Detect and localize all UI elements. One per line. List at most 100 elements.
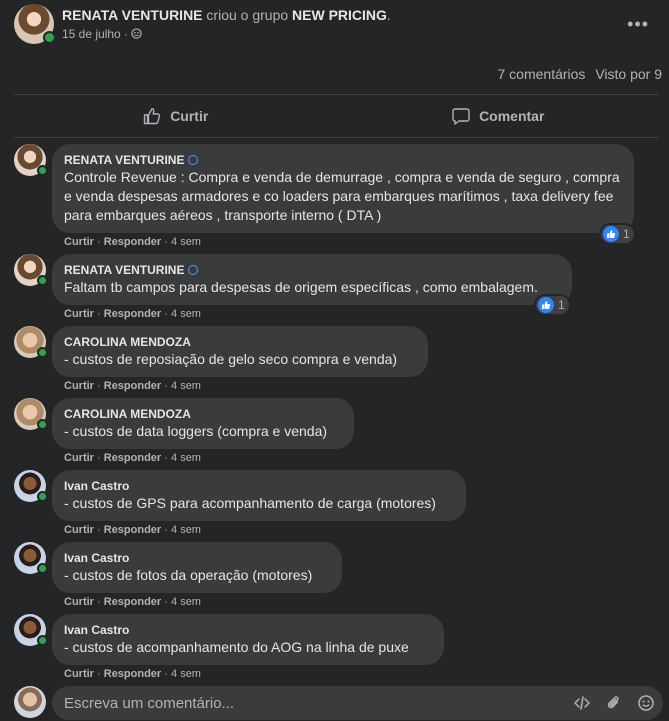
seen-by[interactable]: Visto por 9 (595, 66, 662, 82)
comment-like-link[interactable]: Curtir (64, 452, 94, 464)
comment-time[interactable]: 4 sem (171, 524, 201, 536)
comment-label: Comentar (479, 108, 545, 124)
reaction-count[interactable]: 1 (601, 225, 634, 243)
comment-actions: Curtir · Responder · 4 sem (64, 308, 201, 320)
post-title-period: . (386, 7, 391, 23)
like-reaction-icon (603, 226, 619, 242)
comment-time[interactable]: 4 sem (171, 236, 201, 248)
comment-like-link[interactable]: Curtir (64, 308, 94, 320)
commenter-avatar[interactable] (14, 144, 48, 176)
comment-button[interactable]: Comentar (337, 95, 660, 137)
comment-like-link[interactable]: Curtir (64, 596, 94, 608)
online-status-dot (37, 275, 48, 286)
comment-text: Faltam tb campos para despesas de origem… (64, 279, 538, 295)
thumbs-up-icon (143, 108, 161, 125)
comment-time[interactable]: 4 sem (171, 596, 201, 608)
comment-reply-link[interactable]: Responder (104, 236, 161, 248)
online-status-dot (37, 563, 48, 574)
comment-bubble: RENATA VENTURINE Faltam tb campos para d… (52, 254, 572, 305)
comment-input[interactable] (52, 693, 573, 713)
separator-dot: · (97, 524, 101, 536)
author-name[interactable]: RENATA VENTURINE (62, 7, 203, 23)
commenter-name[interactable]: Ivan Castro (64, 622, 129, 638)
commenter-avatar[interactable] (14, 614, 48, 646)
like-button[interactable]: Curtir (14, 95, 337, 137)
separator-dot: · (97, 236, 101, 248)
online-status-dot (37, 419, 48, 430)
code-icon[interactable] (573, 694, 591, 712)
comment-bubble: Ivan Castro - custos de GPS para acompan… (52, 470, 466, 521)
commenter-avatar[interactable] (14, 254, 48, 286)
comment-bubble: CAROLINA MENDOZA - custos de data logger… (52, 398, 354, 449)
comment-text: - custos de reposiação de gelo seco comp… (64, 351, 398, 367)
attachment-icon[interactable] (605, 694, 623, 712)
separator-dot: · (97, 452, 101, 464)
online-status-dot (43, 31, 56, 44)
comment-like-link[interactable]: Curtir (64, 380, 94, 392)
comment-like-link[interactable]: Curtir (64, 668, 94, 680)
meta-separator: · (124, 27, 129, 41)
comment-actions: Curtir · Responder · 4 sem (64, 380, 201, 392)
comment-actions: Curtir · Responder · 4 sem (64, 452, 201, 464)
comment-actions: Curtir · Responder · 4 sem (64, 596, 201, 608)
comment-bubble: Ivan Castro - custos de fotos da operaçã… (52, 542, 342, 593)
author-avatar[interactable] (14, 4, 56, 44)
post-stats: 7 comentários Visto por 9 (492, 66, 663, 82)
comment-reply-link[interactable]: Responder (104, 452, 161, 464)
online-status-dot (37, 635, 48, 646)
comment-bubble: CAROLINA MENDOZA - custos de reposiação … (52, 326, 428, 377)
separator-dot: · (97, 308, 101, 320)
comment-reply-link[interactable]: Responder (104, 596, 161, 608)
online-status-dot (37, 165, 48, 176)
comment-time[interactable]: 4 sem (171, 452, 201, 464)
post-action-text: criou o grupo (206, 7, 289, 23)
separator-dot: · (97, 380, 101, 392)
separator-dot: · (164, 596, 168, 608)
commenter-name[interactable]: CAROLINA MENDOZA (64, 406, 191, 422)
group-privacy-icon (131, 28, 143, 39)
comment-bubble: RENATA VENTURINE Controle Revenue : Comp… (52, 144, 634, 233)
post-meta: 15 de julho · (62, 27, 143, 41)
commenter-avatar[interactable] (14, 326, 48, 358)
commenter-avatar[interactable] (14, 470, 48, 502)
online-status-dot (37, 491, 48, 502)
comment-like-link[interactable]: Curtir (64, 524, 94, 536)
commenter-name[interactable]: RENATA VENTURINE (64, 262, 184, 278)
commenter-name[interactable]: CAROLINA MENDOZA (64, 334, 191, 350)
like-reaction-icon (538, 297, 554, 313)
comment-time[interactable]: 4 sem (171, 668, 201, 680)
comment-text: - custos de fotos da operação (motores) (64, 567, 313, 583)
more-options-icon[interactable]: ••• (627, 14, 649, 35)
commenter-avatar[interactable] (14, 542, 48, 574)
post-actions-bar: Curtir Comentar (14, 94, 659, 138)
comment-time[interactable]: 4 sem (171, 380, 201, 392)
comment-time[interactable]: 4 sem (171, 308, 201, 320)
commenter-name[interactable]: Ivan Castro (64, 550, 129, 566)
commenter-name[interactable]: RENATA VENTURINE (64, 152, 184, 168)
current-user-avatar[interactable] (14, 686, 46, 718)
separator-dot: · (164, 452, 168, 464)
commenter-avatar[interactable] (14, 398, 48, 430)
reaction-count[interactable]: 1 (536, 296, 569, 314)
separator-dot: · (164, 524, 168, 536)
comments-count[interactable]: 7 comentários (498, 66, 586, 82)
comment-bubble: Ivan Castro - custos de acompanhamento d… (52, 614, 444, 665)
comment-text: - custos de data loggers (compra e venda… (64, 423, 328, 439)
comment-reply-link[interactable]: Responder (104, 380, 161, 392)
comment-actions: Curtir · Responder · 4 sem (64, 668, 201, 680)
separator-dot: · (164, 236, 168, 248)
speech-bubble-icon (452, 108, 470, 125)
admin-badge-icon (188, 155, 199, 165)
comment-like-link[interactable]: Curtir (64, 236, 94, 248)
group-name[interactable]: NEW PRICING (292, 7, 387, 23)
emoji-icon[interactable] (637, 694, 655, 712)
post-date[interactable]: 15 de julho (62, 27, 121, 41)
comment-reply-link[interactable]: Responder (104, 524, 161, 536)
commenter-name[interactable]: Ivan Castro (64, 478, 129, 494)
separator-dot: · (164, 380, 168, 392)
comment-reply-link[interactable]: Responder (104, 668, 161, 680)
reaction-number: 1 (558, 298, 565, 312)
admin-badge-icon (188, 265, 199, 275)
comment-reply-link[interactable]: Responder (104, 308, 161, 320)
comment-text: Controle Revenue : Compra e venda de dem… (64, 169, 620, 223)
